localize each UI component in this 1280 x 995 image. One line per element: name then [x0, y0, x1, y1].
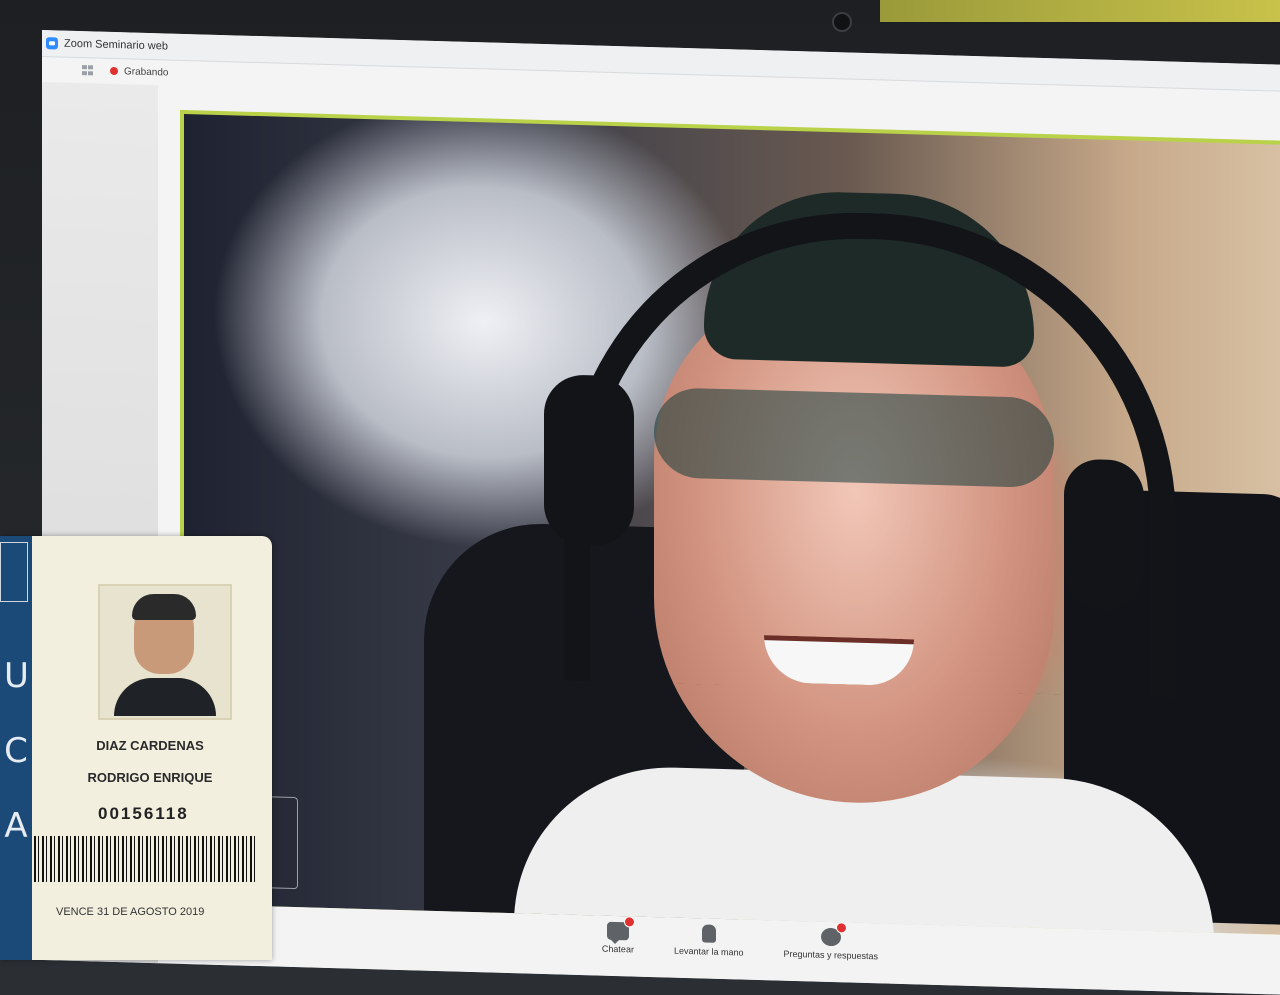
stripe-letter: C [4, 731, 28, 771]
recording-dot-icon [110, 66, 118, 76]
gallery-view-icon[interactable] [82, 65, 94, 75]
recording-label: Grabando [124, 65, 169, 79]
chat-label: Chatear [601, 943, 634, 955]
qa-label: Preguntas y respuestas [783, 948, 879, 962]
photo-hair [132, 594, 196, 620]
chat-icon [606, 916, 635, 941]
qa-icon [820, 922, 847, 947]
notification-badge [623, 916, 635, 928]
headphones-icon [564, 204, 1176, 698]
webcam [832, 12, 852, 32]
card-surname: DIAZ CARDENAS [96, 738, 204, 753]
student-id-card: U C A DIAZ CARDENAS RODRIGO ENRIQUE 0015… [0, 536, 272, 960]
barcode [34, 836, 256, 882]
qa-button[interactable]: Preguntas y respuestas [783, 922, 879, 962]
stripe-letter: A [4, 806, 28, 846]
photo-suit [114, 678, 216, 716]
card-side-stripe: U C A [0, 536, 32, 960]
card-expiry: VENCE 31 DE AGOSTO 2019 [56, 906, 205, 918]
raise-hand-label: Levantar la mano [673, 945, 744, 958]
speaker-video[interactable] [184, 113, 1280, 936]
card-id-number: 00156118 [98, 804, 189, 823]
headphone-left-cup [544, 374, 634, 547]
card-given-names: RODRIGO ENRIQUE [87, 770, 213, 785]
chat-button[interactable]: Chatear [601, 916, 635, 955]
window-title: Zoom Seminario web [64, 37, 168, 53]
raise-hand-button[interactable]: Levantar la mano [674, 924, 744, 958]
raise-hand-icon [701, 924, 716, 943]
stripe-letter: U [4, 656, 29, 696]
id-photo [98, 584, 232, 720]
background-wall [880, 0, 1280, 22]
headphone-right-cup [1064, 458, 1144, 611]
university-logo-icon [0, 542, 28, 602]
zoom-app-icon [46, 37, 58, 50]
notification-badge [835, 922, 847, 934]
